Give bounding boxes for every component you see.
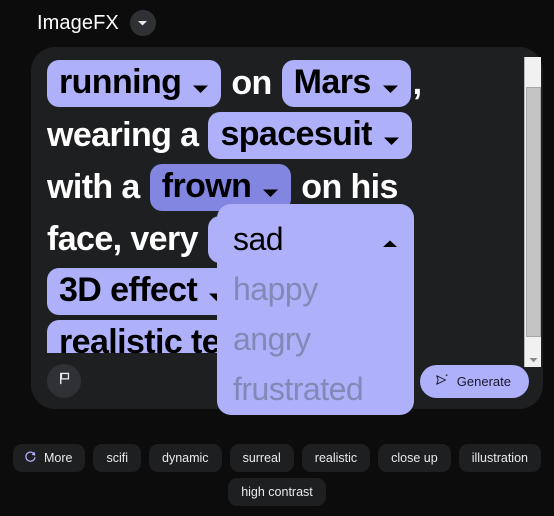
suggestion-chip-high-contrast[interactable]: high contrast <box>228 478 326 506</box>
suggestion-chip-label: surreal <box>242 451 281 465</box>
suggestion-chip-label: close up <box>391 451 438 465</box>
suggestion-chip-label: dynamic <box>162 451 209 465</box>
dropdown-option-frustrated[interactable]: frustrated <box>217 364 414 414</box>
suggestion-chip-close-up[interactable]: close up <box>378 444 451 472</box>
prompt-chip-label: frown <box>161 167 252 205</box>
chevron-down-icon <box>137 19 148 27</box>
prompt-chip-label: 3D effect <box>59 271 198 309</box>
page-title: ImageFX <box>37 11 119 34</box>
generate-button[interactable]: Generate <box>419 364 529 398</box>
chevron-up-icon[interactable] <box>380 221 400 258</box>
chevron-down-icon <box>191 67 210 101</box>
prompt-static-text: with a <box>47 168 140 206</box>
app-header: ImageFX <box>0 0 554 46</box>
dropdown-option-happy[interactable]: happy <box>217 264 414 314</box>
triangle-down-icon <box>529 350 538 368</box>
prompt-line: running on Mars, <box>47 57 543 109</box>
chevron-down-icon <box>381 67 400 101</box>
suggestion-chips: More scifi dynamic surreal realistic close up… <box>0 444 554 512</box>
suggestion-row: high contrast <box>0 478 554 506</box>
prompt-static-text: wearing a <box>47 116 199 154</box>
suggestion-chip-illustration[interactable]: illustration <box>458 444 541 472</box>
prompt-chip-label: running <box>59 63 182 101</box>
report-button[interactable] <box>47 364 81 398</box>
suggestion-chip-dynamic[interactable]: dynamic <box>149 444 222 472</box>
suggestion-chip-label: realistic <box>314 451 358 465</box>
refresh-icon <box>24 450 37 466</box>
scrollbar-down-button[interactable] <box>526 351 541 367</box>
suggestion-chip-more[interactable]: More <box>13 444 86 472</box>
suggestion-chip-label: More <box>44 451 73 465</box>
dropdown-option-label: angry <box>233 320 311 357</box>
dropdown-option-angry[interactable]: angry <box>217 314 414 364</box>
scrollbar-thumb[interactable] <box>526 87 541 337</box>
chevron-down-icon <box>382 119 401 153</box>
prompt-scrollbar[interactable] <box>524 57 541 367</box>
generate-button-label: Generate <box>456 373 511 389</box>
suggestion-chip-scifi[interactable]: scifi <box>93 444 142 472</box>
suggestion-chip-label: high contrast <box>241 485 313 499</box>
suggestion-chip-realistic[interactable]: realistic <box>301 444 371 472</box>
prompt-line: wearing a spacesuit <box>47 109 543 161</box>
prompt-chip-mars[interactable]: Mars <box>281 59 411 107</box>
prompt-chip-3d-effect[interactable]: 3D effect <box>47 267 238 315</box>
prompt-static-text: on his <box>301 168 398 206</box>
prompt-chip-label: Mars <box>293 63 372 101</box>
prompt-static-text: on <box>231 64 272 102</box>
prompt-static-text: , <box>412 64 422 102</box>
prompt-chip-spacesuit[interactable]: spacesuit <box>208 111 412 159</box>
suggestion-chip-surreal[interactable]: surreal <box>229 444 294 472</box>
model-selector-button[interactable] <box>129 10 156 36</box>
flag-icon <box>57 371 72 391</box>
dropdown-option-label: frustrated <box>233 370 364 407</box>
chevron-down-icon <box>261 171 280 205</box>
dropdown-option-label: happy <box>233 270 318 307</box>
emotion-dropdown[interactable]: sad happy angry frustrated <box>217 204 414 415</box>
suggestion-row: More scifi dynamic surreal realistic close up… <box>0 444 554 472</box>
dropdown-selected-label: sad <box>233 220 284 257</box>
suggestion-chip-label: illustration <box>471 451 528 465</box>
prompt-static-text: face, very <box>47 220 199 258</box>
dropdown-selected-option[interactable]: sad <box>217 214 414 264</box>
suggestion-chip-label: scifi <box>106 451 129 465</box>
send-icon <box>435 373 449 390</box>
prompt-chip-running[interactable]: running <box>47 59 222 107</box>
prompt-chip-label: spacesuit <box>220 115 372 153</box>
